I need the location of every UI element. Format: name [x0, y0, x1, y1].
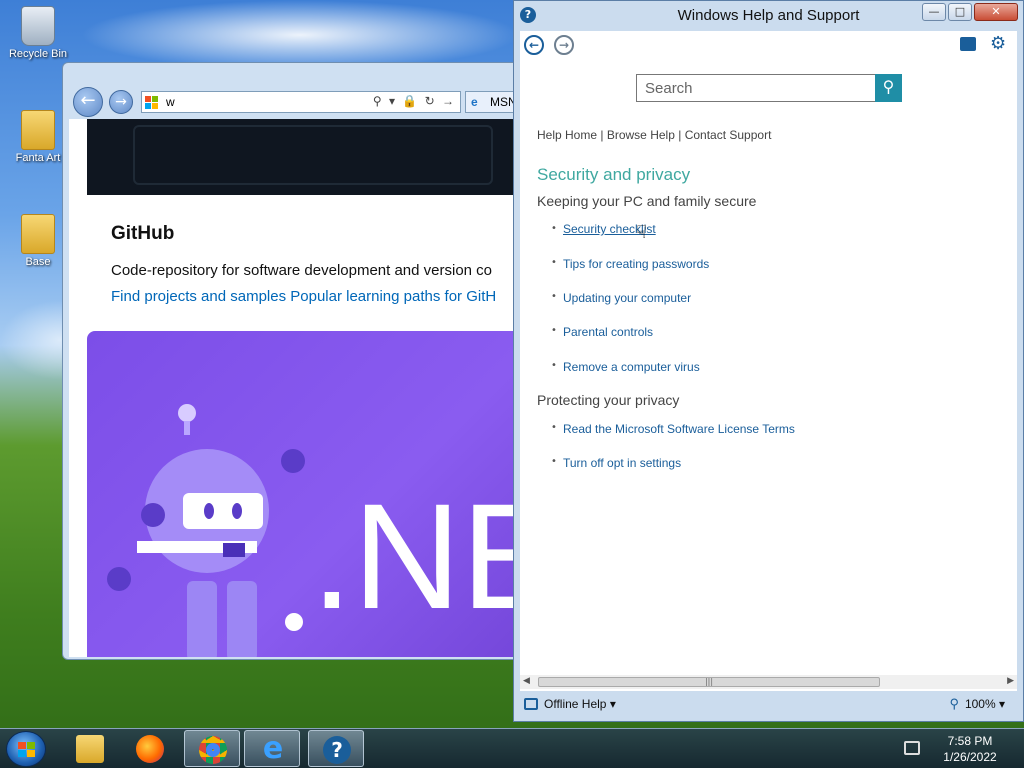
- gear-icon[interactable]: ⚙: [990, 35, 1006, 53]
- bullet-icon: •: [551, 223, 557, 234]
- scroll-right-icon[interactable]: ▶: [1007, 676, 1014, 686]
- desktop-icon-base[interactable]: Base: [8, 214, 68, 268]
- breadcrumb-separator: |: [678, 128, 682, 142]
- link-remove-virus[interactable]: Remove a computer virus: [563, 360, 700, 374]
- browser-toolbar: ← → w ⚲ ▾ 🔒 ↻ → e MSN: [69, 87, 535, 117]
- windows-logo-icon: [18, 742, 36, 758]
- bullet-icon: •: [551, 257, 557, 268]
- help-titlebar[interactable]: ? Windows Help and Support — □ ✕: [514, 1, 1023, 31]
- group-title-secure: Keeping your PC and family secure: [537, 193, 757, 209]
- folder-icon: [21, 110, 55, 150]
- browser-content: GitHub Code-repository for software deve…: [69, 119, 527, 657]
- search-button[interactable]: ⚲: [875, 74, 902, 102]
- horizontal-scrollbar[interactable]: ◀ ||| ▶: [520, 675, 1017, 689]
- help-window[interactable]: ? Windows Help and Support — □ ✕ ← → ⚙ S…: [513, 0, 1024, 722]
- dotnet-bot-illustration: [107, 404, 305, 657]
- back-arrow-icon[interactable]: ←: [524, 35, 544, 55]
- github-links[interactable]: Find projects and samples Popular learni…: [111, 288, 496, 305]
- github-description: Code-repository for software development…: [111, 262, 493, 279]
- bullet-icon: •: [551, 325, 557, 336]
- group-title-privacy: Protecting your privacy: [537, 392, 680, 408]
- bullet-icon: •: [551, 422, 557, 433]
- taskbar-chrome[interactable]: [184, 730, 240, 767]
- maximize-button[interactable]: □: [948, 3, 972, 21]
- desktop-icon-label: Fanta Art: [15, 152, 61, 164]
- taskbar-help[interactable]: ?: [308, 730, 364, 767]
- link-tips-passwords[interactable]: Tips for creating passwords: [563, 257, 709, 271]
- help-body: ← → ⚙ Search ⚲ Help Home | Browse Help |…: [520, 31, 1017, 691]
- taskbar-firefox[interactable]: [122, 730, 178, 767]
- system-tray: 7:58 PM 1/26/2022: [904, 729, 1024, 768]
- address-bar[interactable]: w ⚲ ▾ 🔒 ↻ →: [141, 91, 461, 113]
- zoom-icon: ⚲: [949, 696, 959, 711]
- start-button[interactable]: [6, 731, 46, 767]
- address-text: w: [166, 95, 175, 109]
- offline-help-label: Offline Help: [544, 697, 607, 711]
- breadcrumb-help-home[interactable]: Help Home: [537, 128, 597, 142]
- zoom-control[interactable]: 100% ▾: [965, 697, 1005, 711]
- taskbar-file-explorer[interactable]: [62, 730, 118, 767]
- taskbar-internet-explorer[interactable]: e: [244, 730, 300, 767]
- desktop-icon-label: Recycle Bin: [8, 48, 68, 60]
- clock-date: 1/26/2022: [943, 750, 997, 764]
- desktop-icon-recycle-bin[interactable]: Recycle Bin: [8, 6, 68, 60]
- network-icon[interactable]: [904, 741, 920, 755]
- print-icon[interactable]: [960, 37, 976, 51]
- internet-explorer-icon: e: [471, 95, 478, 109]
- hand-cursor-icon: ☟: [636, 222, 647, 243]
- desktop-icon-label: Base: [25, 256, 51, 268]
- recycle-bin-icon: [21, 6, 55, 46]
- help-icon: ?: [323, 736, 351, 764]
- link-updating-computer[interactable]: Updating your computer: [563, 291, 691, 305]
- bullet-icon: •: [551, 291, 557, 302]
- breadcrumb-contact-support[interactable]: Contact Support: [685, 128, 772, 142]
- clock[interactable]: 7:58 PM 1/26/2022: [924, 733, 1016, 765]
- firefox-icon: [136, 735, 164, 763]
- scroll-left-icon[interactable]: ◀: [523, 676, 530, 686]
- window-title: Windows Help and Support: [677, 7, 860, 24]
- minimize-button[interactable]: —: [922, 3, 946, 21]
- github-title: GitHub: [111, 223, 175, 244]
- breadcrumb-browse-help[interactable]: Browse Help: [607, 128, 675, 142]
- sky-cloud: [80, 0, 520, 70]
- section-title: Security and privacy: [537, 165, 691, 184]
- link-parental-controls[interactable]: Parental controls: [563, 325, 653, 339]
- bullet-icon: •: [551, 456, 557, 467]
- internet-explorer-icon: e: [262, 731, 284, 766]
- dot-decoration: [285, 613, 303, 631]
- browser-window[interactable]: ← → w ⚲ ▾ 🔒 ↻ → e MSN GitHub Code-reposi…: [62, 62, 535, 660]
- offline-help-icon: [524, 698, 538, 710]
- back-button[interactable]: ←: [73, 87, 103, 117]
- microsoft-logo-icon: [145, 96, 159, 110]
- folder-icon: [21, 214, 55, 254]
- taskbar: e ? 7:58 PM 1/26/2022: [0, 728, 1024, 768]
- clock-time: 7:58 PM: [947, 734, 993, 748]
- search-icon: ⚲: [882, 77, 895, 96]
- file-explorer-icon: [76, 735, 104, 763]
- offline-help-button[interactable]: Offline Help ▾: [544, 697, 616, 711]
- link-opt-in-settings[interactable]: Turn off opt in settings: [563, 456, 681, 470]
- bullet-icon: •: [551, 360, 557, 371]
- scrollbar-thumb[interactable]: |||: [538, 677, 880, 687]
- desktop-icon-fanta-art[interactable]: Fanta Art: [8, 110, 68, 164]
- chrome-icon: [199, 736, 227, 764]
- zoom-level: 100%: [964, 697, 996, 711]
- search-input[interactable]: Search: [636, 74, 876, 102]
- link-license-terms[interactable]: Read the Microsoft Software License Term…: [563, 422, 795, 436]
- breadcrumb: Help Home | Browse Help | Contact Suppor…: [537, 128, 771, 142]
- help-statusbar: Offline Help ▾ ⚲ 100% ▾: [520, 691, 1017, 719]
- forward-arrow-icon[interactable]: →: [554, 35, 574, 55]
- dotnet-banner: .NE: [87, 331, 527, 657]
- dark-banner-image: [87, 119, 527, 195]
- address-tools-icon[interactable]: ⚲ ▾ 🔒 ↻ →: [373, 94, 456, 108]
- forward-button[interactable]: →: [109, 90, 133, 114]
- close-button[interactable]: ✕: [974, 3, 1018, 21]
- breadcrumb-separator: |: [600, 128, 604, 142]
- dotnet-text: .NE: [311, 472, 527, 640]
